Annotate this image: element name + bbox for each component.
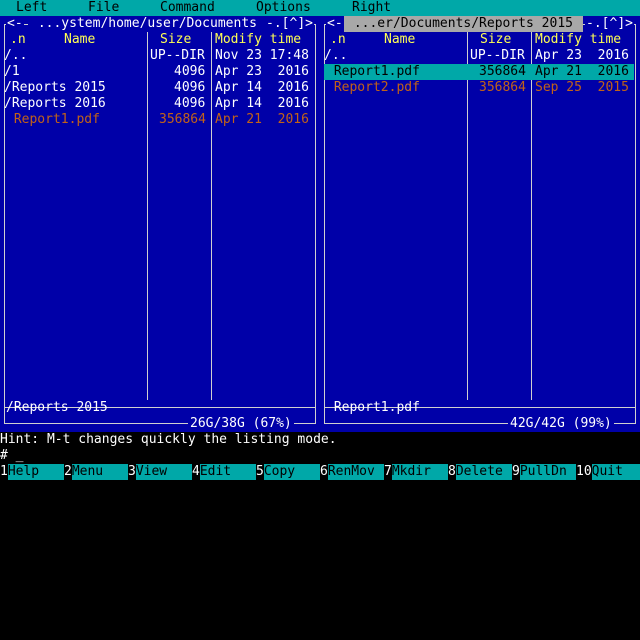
left-header-size[interactable]: Size bbox=[160, 32, 191, 48]
file-size: 4096 bbox=[174, 96, 206, 111]
right-header-n[interactable]: .n bbox=[330, 32, 346, 48]
f9-pulldn-button[interactable]: 9PullDn bbox=[512, 464, 576, 480]
file-mtime: Apr 14 2016 bbox=[215, 80, 309, 95]
file-name: /Reports 2015 bbox=[4, 80, 106, 95]
menu-command[interactable]: Command bbox=[160, 0, 215, 16]
right-panel-nav-back[interactable]: <- bbox=[326, 16, 344, 32]
left-panel-status: /Reports 2015 bbox=[6, 400, 108, 415]
file-mtime: Apr 14 2016 bbox=[215, 96, 309, 111]
menu-left[interactable]: Left bbox=[16, 0, 47, 16]
menu-file[interactable]: File bbox=[88, 0, 119, 16]
right-panel-nav-controls[interactable]: -.[^]> bbox=[585, 16, 634, 32]
file-name: Report2.pdf bbox=[326, 80, 420, 95]
right-header-size[interactable]: Size bbox=[480, 32, 511, 48]
left-row-dir-reports-2015[interactable]: /Reports 2015 4096 Apr 14 2016 bbox=[4, 80, 314, 96]
f5-copy-button[interactable]: 5Copy bbox=[256, 464, 320, 480]
file-name: /Reports 2016 bbox=[4, 96, 106, 111]
file-name: /1 bbox=[4, 64, 20, 79]
right-panel[interactable]: <- ...er/Documents/Reports 2015 -.[^]> .… bbox=[320, 16, 640, 432]
menu-bar: Left File Command Options Right bbox=[0, 0, 640, 16]
file-mtime: Sep 25 2015 bbox=[535, 80, 629, 95]
f7-mkdir-button[interactable]: 7Mkdir bbox=[384, 464, 448, 480]
left-row-updir[interactable]: /.. UP--DIR Nov 23 17:48 bbox=[4, 48, 314, 64]
hint-line: Hint: M-t changes quickly the listing mo… bbox=[0, 432, 337, 447]
file-mtime: Apr 23 2016 bbox=[535, 48, 629, 63]
file-name: /.. bbox=[4, 48, 28, 63]
left-panel-disk-usage: 26G/38G (67%) bbox=[188, 416, 294, 432]
file-size: 356864 bbox=[479, 64, 526, 79]
function-key-bar: 1Help 2Menu 3View 4Edit 5Copy 6RenMov 7M… bbox=[0, 464, 640, 480]
file-size: 356864 bbox=[159, 112, 206, 127]
left-panel-path: ...ystem/home/user/Documents bbox=[28, 16, 267, 32]
f10-quit-button[interactable]: 10Quit bbox=[576, 464, 640, 480]
file-size: 356864 bbox=[479, 80, 526, 95]
right-row-file-report1-selected[interactable]: Report1.pdf 356864 Apr 21 2016 bbox=[324, 64, 634, 80]
file-name: /.. bbox=[324, 48, 348, 63]
file-size: 4096 bbox=[174, 64, 206, 79]
right-panel-titlebar: <- ...er/Documents/Reports 2015 -.[^]> bbox=[324, 16, 636, 32]
left-row-file-report1[interactable]: Report1.pdf 356864 Apr 21 2016 bbox=[4, 112, 314, 128]
left-panel[interactable]: <- ...ystem/home/user/Documents -.[^]> .… bbox=[0, 16, 320, 432]
f1-help-button[interactable]: 1Help bbox=[0, 464, 64, 480]
menu-right[interactable]: Right bbox=[352, 0, 391, 16]
left-header-mtime[interactable]: Modify time bbox=[215, 32, 301, 48]
f2-menu-button[interactable]: 2Menu bbox=[64, 464, 128, 480]
right-panel-status: Report1.pdf bbox=[326, 400, 420, 415]
file-size: 4096 bbox=[174, 80, 206, 95]
file-mtime: Apr 21 2016 bbox=[215, 112, 309, 127]
left-header-name[interactable]: Name bbox=[64, 32, 95, 48]
file-name: Report1.pdf bbox=[326, 64, 420, 79]
left-row-dir-reports-2016[interactable]: /Reports 2016 4096 Apr 14 2016 bbox=[4, 96, 314, 112]
right-panel-disk-usage: 42G/42G (99%) bbox=[508, 416, 614, 432]
file-name: Report1.pdf bbox=[6, 112, 100, 127]
command-prompt[interactable]: # _ bbox=[0, 448, 640, 464]
left-panel-nav-back[interactable]: <- bbox=[6, 16, 24, 32]
left-panel-nav-controls[interactable]: -.[^]> bbox=[265, 16, 314, 32]
file-size: UP--DIR bbox=[470, 48, 525, 63]
f4-edit-button[interactable]: 4Edit bbox=[192, 464, 256, 480]
file-mtime: Apr 23 2016 bbox=[215, 64, 309, 79]
f3-view-button[interactable]: 3View bbox=[128, 464, 192, 480]
f6-renmov-button[interactable]: 6RenMov bbox=[320, 464, 384, 480]
right-header-name[interactable]: Name bbox=[384, 32, 415, 48]
left-header-n[interactable]: .n bbox=[10, 32, 26, 48]
file-size: UP--DIR bbox=[150, 48, 205, 63]
right-header-mtime[interactable]: Modify time bbox=[535, 32, 621, 48]
right-row-updir[interactable]: /.. UP--DIR Apr 23 2016 bbox=[324, 48, 634, 64]
file-mtime: Apr 21 2016 bbox=[535, 64, 629, 79]
right-row-file-report2[interactable]: Report2.pdf 356864 Sep 25 2015 bbox=[324, 80, 634, 96]
menu-options[interactable]: Options bbox=[256, 0, 311, 16]
f8-delete-button[interactable]: 8Delete bbox=[448, 464, 512, 480]
file-mtime: Nov 23 17:48 bbox=[215, 48, 309, 63]
left-row-dir-1[interactable]: /1 4096 Apr 23 2016 bbox=[4, 64, 314, 80]
left-panel-titlebar: <- ...ystem/home/user/Documents -.[^]> bbox=[4, 16, 316, 32]
right-panel-path: ...er/Documents/Reports 2015 bbox=[344, 16, 583, 32]
